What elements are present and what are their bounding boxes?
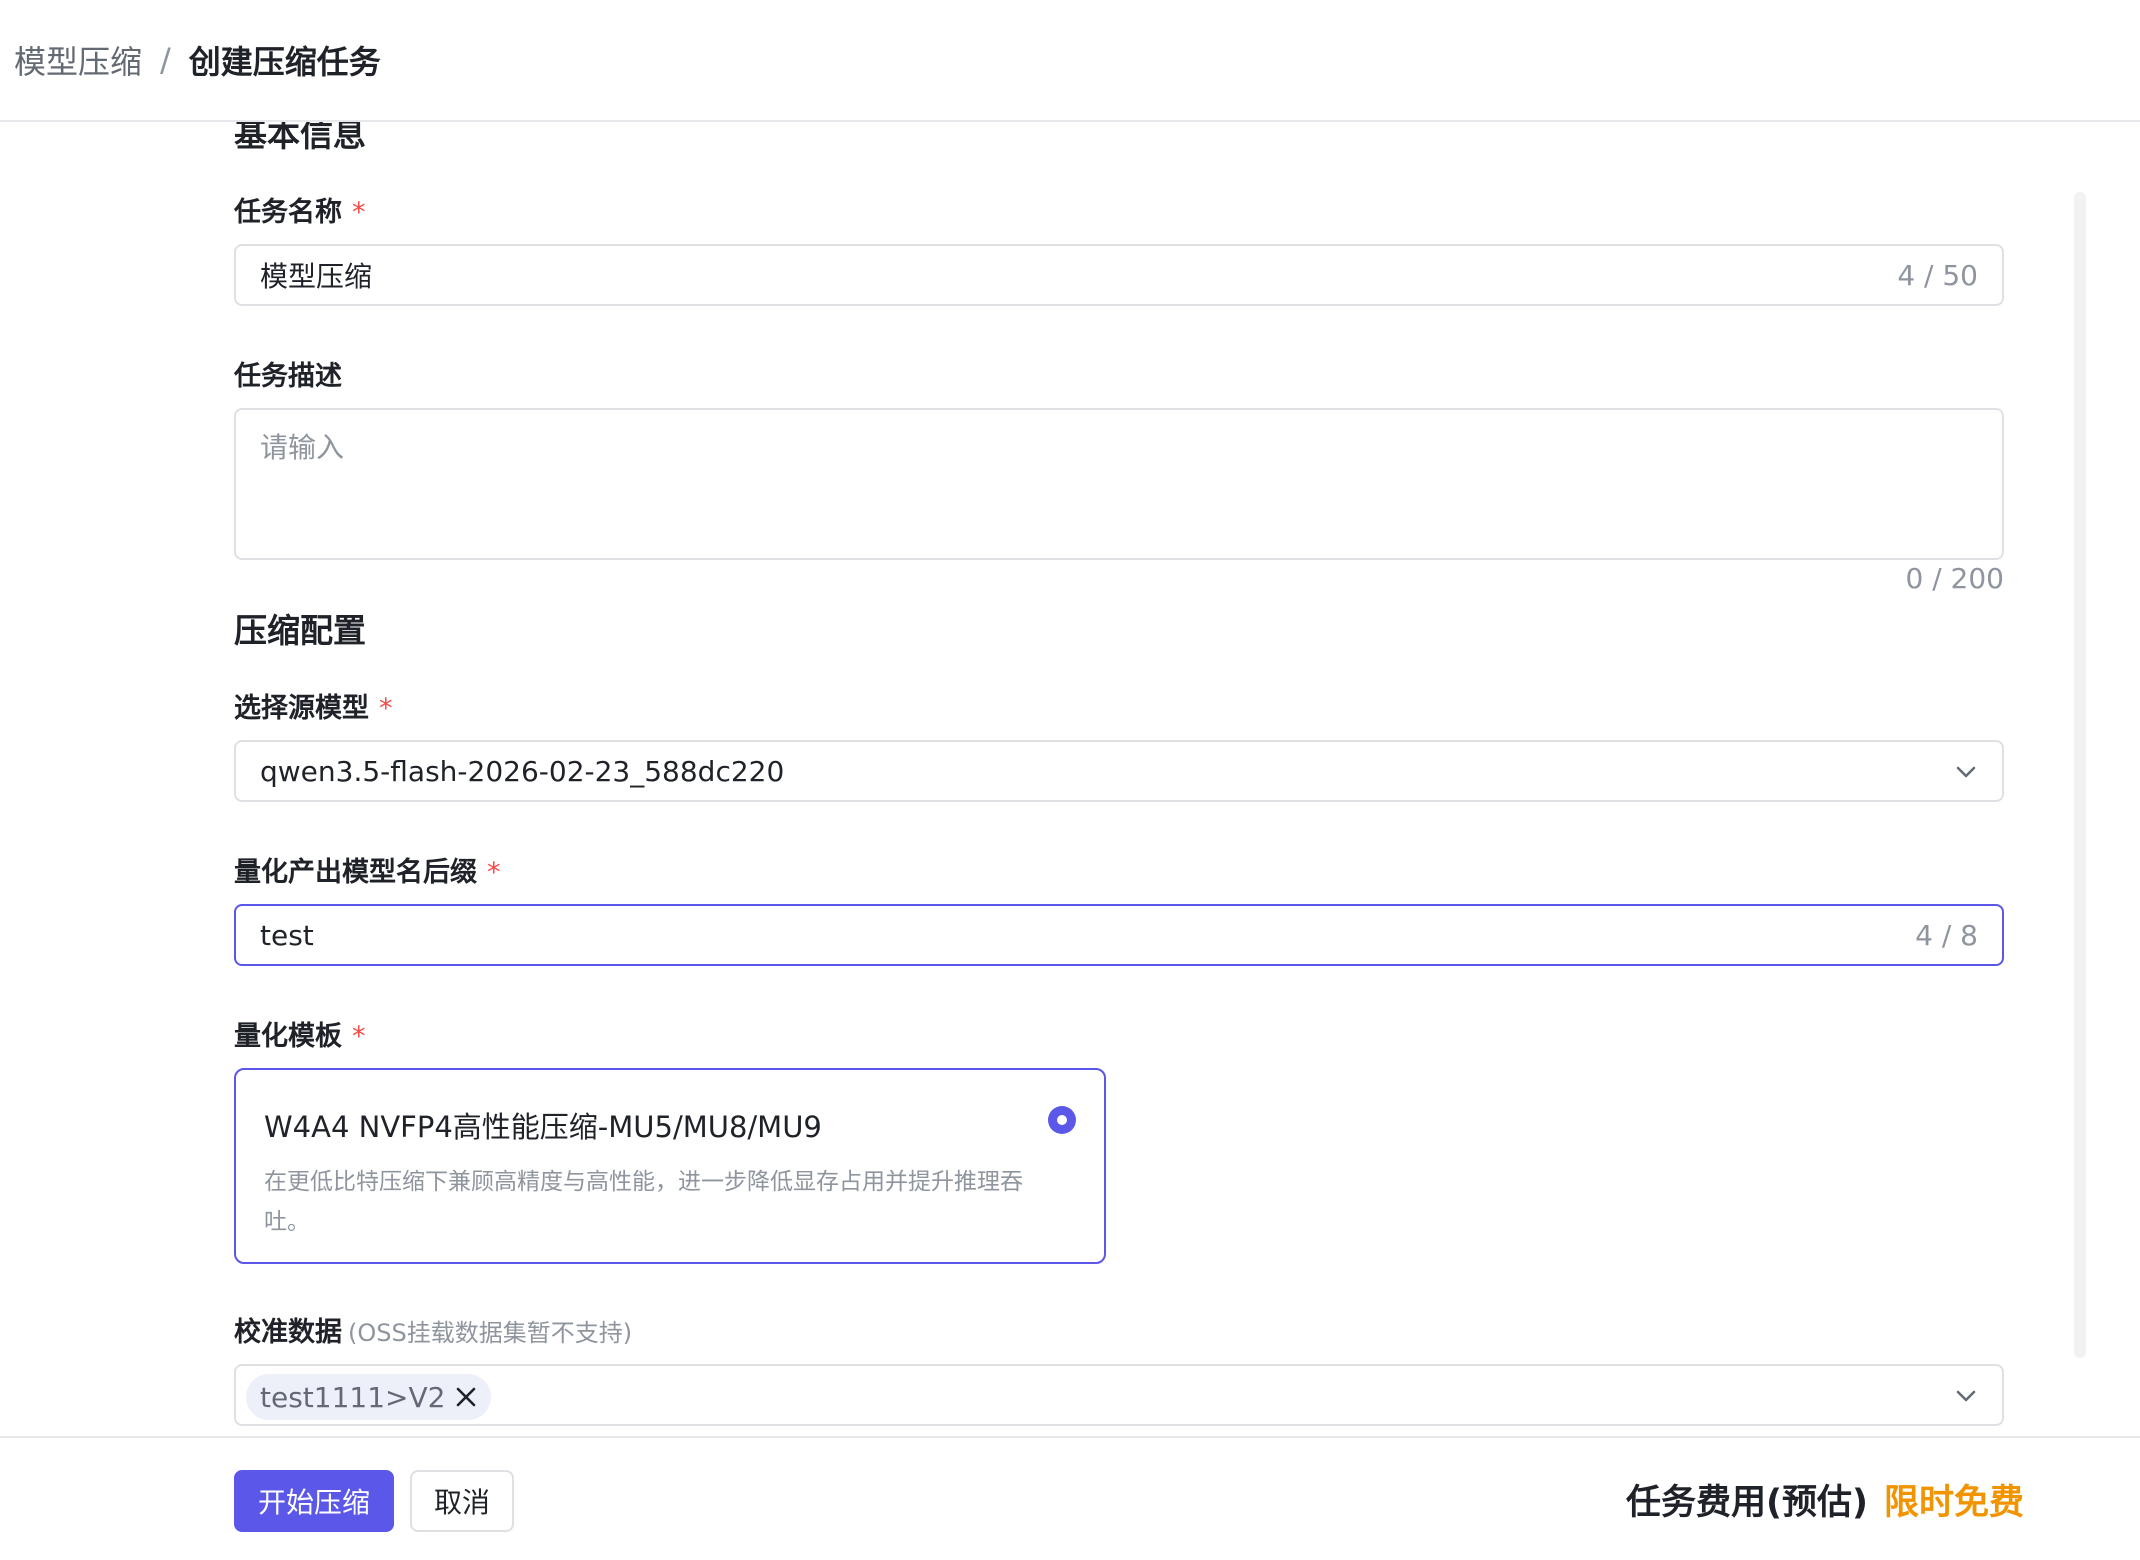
calibration-label: 校准数据 (OSS挂载数据集暂不支持) bbox=[234, 1310, 632, 1349]
cost-value-free: 限时免费 bbox=[1883, 1483, 2024, 1523]
task-desc-placeholder: 请输入 bbox=[260, 431, 345, 464]
cost-label: 任务费用(预估) bbox=[1625, 1483, 1868, 1523]
source-model-label: 选择源模型 * bbox=[234, 686, 393, 725]
task-desc-char-count: 0 / 200 bbox=[1905, 562, 2005, 595]
task-name-label: 任务名称 * bbox=[234, 190, 366, 229]
form-scroll-area[interactable]: 基本信息 任务名称 * 模型压缩 4 / 50 任务描述 请输入 0 / 200 … bbox=[0, 122, 2140, 1436]
suffix-input[interactable]: test 4 / 8 bbox=[234, 904, 2004, 966]
task-name-label-text: 任务名称 bbox=[234, 197, 342, 228]
page-footer: 开始压缩 取消 任务费用(预估) 限时免费 bbox=[0, 1436, 2140, 1560]
page-header: 模型压缩 / 创建压缩任务 bbox=[0, 0, 2140, 122]
task-name-char-count: 4 / 50 bbox=[1897, 258, 1978, 292]
task-name-value: 模型压缩 bbox=[260, 260, 373, 293]
source-model-select[interactable]: qwen3.5-flash-2026-02-23_588dc220 bbox=[234, 740, 2004, 802]
start-compress-button[interactable]: 开始压缩 bbox=[234, 1470, 394, 1532]
suffix-value: test bbox=[260, 918, 314, 952]
task-cost-estimate: 任务费用(预估) 限时免费 bbox=[1626, 1474, 2024, 1525]
chevron-down-icon[interactable] bbox=[1952, 758, 1980, 786]
template-card-description: 在更低比特压缩下兼顾高精度与高性能，进一步降低显存占用并提升推理吞吐。 bbox=[264, 1169, 1023, 1235]
source-model-value: qwen3.5-flash-2026-02-23_588dc220 bbox=[260, 754, 785, 788]
breadcrumb-separator: / bbox=[160, 41, 171, 79]
close-icon[interactable] bbox=[455, 1386, 477, 1408]
calibration-select[interactable]: test1111>V2 bbox=[234, 1364, 2004, 1426]
calibration-tag: test1111>V2 bbox=[246, 1374, 492, 1420]
template-radio-selected[interactable] bbox=[1048, 1106, 1076, 1134]
suffix-label: 量化产出模型名后缀 * bbox=[234, 850, 501, 889]
source-model-label-text: 选择源模型 bbox=[234, 693, 369, 724]
required-mark: * bbox=[352, 197, 366, 228]
task-name-input[interactable]: 模型压缩 4 / 50 bbox=[234, 244, 2004, 306]
vertical-scrollbar[interactable] bbox=[2074, 192, 2086, 1358]
calibration-label-text: 校准数据 bbox=[234, 1317, 342, 1348]
calibration-tag-label: test1111>V2 bbox=[260, 1380, 446, 1414]
calibration-hint: (OSS挂载数据集暂不支持) bbox=[348, 1319, 633, 1347]
section-title-basic-info: 基本信息 bbox=[234, 122, 366, 154]
create-compress-task-page: 模型压缩 / 创建压缩任务 基本信息 任务名称 * 模型压缩 4 / 50 任务描… bbox=[0, 0, 2140, 1560]
breadcrumb-parent-link[interactable]: 模型压缩 bbox=[14, 37, 142, 83]
task-desc-label: 任务描述 bbox=[234, 361, 342, 392]
template-card-title: W4A4 NVFP4高性能压缩-MU5/MU8/MU9 bbox=[264, 1110, 822, 1144]
suffix-char-count: 4 / 8 bbox=[1915, 918, 1978, 952]
cancel-button[interactable]: 取消 bbox=[410, 1470, 514, 1532]
section-title-compress-config: 压缩配置 bbox=[234, 611, 366, 650]
required-mark: * bbox=[487, 857, 501, 888]
task-desc-textarea[interactable]: 请输入 bbox=[234, 408, 2004, 560]
suffix-label-text: 量化产出模型名后缀 bbox=[234, 857, 477, 888]
template-card-w4a4-nvfp4[interactable]: W4A4 NVFP4高性能压缩-MU5/MU8/MU9 在更低比特压缩下兼顾高精… bbox=[234, 1068, 1106, 1264]
required-mark: * bbox=[379, 693, 393, 724]
required-mark: * bbox=[352, 1021, 366, 1052]
chevron-down-icon[interactable] bbox=[1952, 1382, 1980, 1410]
breadcrumb: 模型压缩 / 创建压缩任务 bbox=[14, 36, 381, 84]
template-label-text: 量化模板 bbox=[234, 1021, 342, 1052]
template-label: 量化模板 * bbox=[234, 1014, 366, 1053]
breadcrumb-current: 创建压缩任务 bbox=[188, 43, 381, 81]
